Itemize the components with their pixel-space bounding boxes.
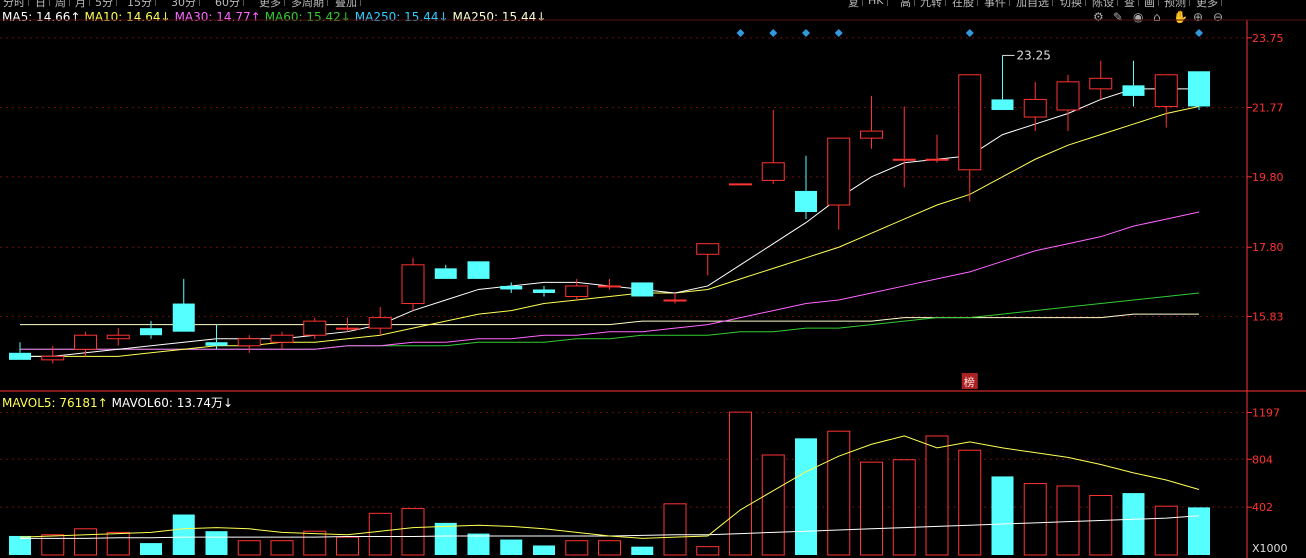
volume-tick-label: 1197	[1252, 407, 1280, 420]
candle-body-up	[368, 317, 392, 329]
price-tick-label: 17.80	[1252, 241, 1284, 254]
price-tick-label: 23.75	[1252, 32, 1284, 45]
candle-body-down	[991, 99, 1014, 110]
candle-body-up	[237, 338, 261, 347]
signal-marker	[965, 29, 974, 37]
volume-bar-up	[1056, 485, 1080, 556]
candle-body-down	[9, 352, 31, 360]
signal-marker	[1195, 29, 1203, 37]
volume-bar-down	[991, 476, 1014, 555]
volume-bar-up	[41, 534, 65, 556]
candle-body-up	[860, 130, 883, 139]
candle-body-down	[500, 285, 523, 290]
volume-bar-down	[533, 545, 555, 555]
price-tick-label: 21.77	[1252, 102, 1284, 115]
candle-body-up	[892, 158, 916, 161]
stock-chart: 23.75 21.77 19.80 17.80 15.83 23.25 榜 1197 804 40…	[0, 19, 1306, 558]
volume-bar-down	[1122, 493, 1145, 555]
ma250-line	[20, 313, 1199, 326]
candle-body-up	[827, 137, 851, 206]
volume-bar-down	[795, 438, 817, 555]
price-tick-label: 19.80	[1252, 171, 1284, 184]
candle-body-up	[1154, 74, 1178, 107]
volume-tick-label: 402	[1252, 501, 1273, 514]
signal-marker	[802, 29, 810, 37]
candle-body-down	[467, 261, 490, 279]
candle-body-up	[565, 285, 589, 298]
candle-body-up	[1023, 98, 1047, 118]
signal-marker	[736, 29, 745, 37]
volume-bar-up	[860, 461, 883, 556]
volume-bar-up	[270, 540, 294, 556]
candle-body-up	[1089, 77, 1113, 90]
volume-bar-up	[892, 459, 916, 556]
candle-body-up	[729, 183, 752, 186]
candle-body-up	[336, 327, 359, 330]
volume-bar-up	[696, 546, 720, 556]
candle-body-down	[1188, 71, 1210, 107]
candle-body-up	[41, 355, 65, 361]
volume-bar-up	[1023, 483, 1047, 556]
ma10-line	[20, 105, 1200, 357]
rank-badge-label: 榜	[964, 375, 975, 389]
candle-body-down	[434, 268, 457, 279]
candle-body-up	[663, 299, 687, 302]
candle-body-up	[1056, 81, 1080, 111]
volume-bar-up	[761, 454, 785, 556]
volume-bar-up	[106, 531, 130, 556]
candle-body-up	[270, 334, 294, 343]
max-annotation-label: 23.25	[1017, 48, 1051, 62]
candle-body-up	[761, 162, 785, 181]
volume-bar-down	[172, 514, 195, 555]
mavol60-line	[20, 515, 1200, 539]
candle-body-up	[925, 158, 949, 161]
volume-bar-up	[74, 528, 97, 556]
price-tick-label: 15.83	[1252, 311, 1284, 324]
volume-tick-label: 804	[1252, 453, 1273, 466]
volume-bar-up	[336, 536, 359, 556]
candle-body-up	[401, 264, 425, 305]
volume-bar-down	[434, 522, 457, 555]
volume-bar-up	[663, 503, 687, 556]
signal-marker	[769, 29, 778, 37]
candle-body-up	[958, 74, 982, 171]
candle-body-up	[696, 243, 720, 255]
volume-bar-up	[598, 540, 621, 556]
volume-bar-down	[500, 539, 523, 555]
candle-body-down	[1122, 85, 1145, 96]
candle-body-up	[598, 285, 621, 288]
volume-bar-down	[140, 543, 162, 555]
volume-bar-down	[467, 533, 490, 555]
candle-body-down	[205, 342, 228, 346]
volume-bar-up	[368, 512, 392, 556]
volume-bar-down	[631, 546, 654, 555]
volume-bar-up	[401, 508, 425, 556]
candle-body-down	[631, 282, 654, 297]
candle-body-up	[303, 320, 327, 336]
signal-marker	[834, 29, 843, 37]
volume-bar-up	[1154, 505, 1178, 556]
volume-tick-label: X1000	[1252, 542, 1288, 555]
volume-bar-up	[303, 530, 327, 556]
candle-body-down	[140, 328, 162, 336]
candle-body-down	[533, 289, 555, 293]
volume-bar-up	[925, 435, 949, 556]
volume-bar-down	[205, 531, 228, 555]
candle-body-up	[74, 334, 97, 350]
volume-bar-up	[1089, 494, 1113, 556]
candle-body-down	[795, 190, 817, 213]
ma5-line	[20, 88, 1199, 357]
volume-bar-up	[237, 540, 261, 556]
volume-bar-up	[958, 449, 982, 556]
candle-body-down	[172, 303, 195, 332]
candle-body-up	[106, 334, 130, 340]
volume-bar-down	[1188, 507, 1210, 555]
volume-bar-up	[827, 430, 851, 556]
volume-bar-up	[565, 540, 589, 556]
